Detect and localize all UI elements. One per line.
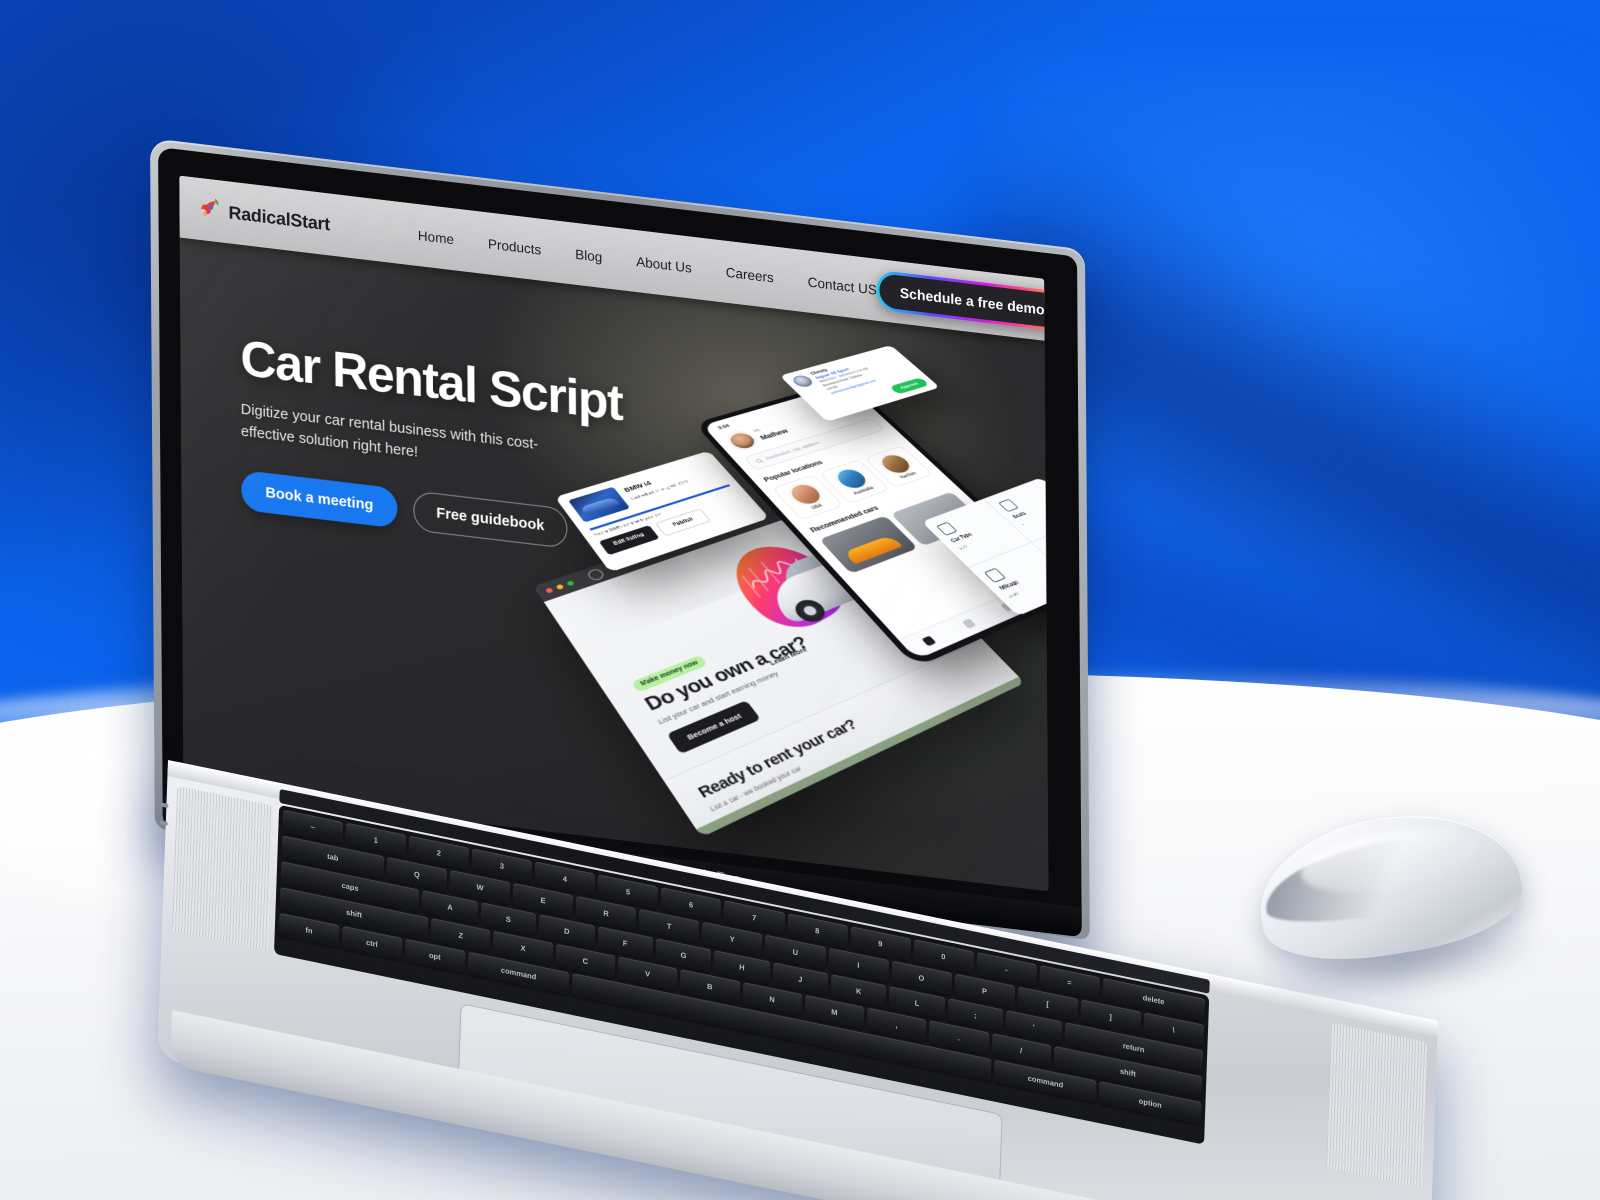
car-wheel-front-icon — [789, 596, 831, 626]
approve-button[interactable]: Approve — [888, 377, 930, 395]
speaker-grill-right — [1326, 1022, 1428, 1188]
ready-to-rent-strip: Ready to rent your car? List a car - we … — [663, 639, 1025, 838]
brand-logo[interactable]: RadicalStart — [197, 197, 330, 237]
search-icon — [754, 458, 764, 464]
usb-c-ports — [158, 802, 170, 874]
window-maximize-icon[interactable] — [566, 580, 575, 587]
publish-button[interactable]: Publish — [655, 508, 711, 536]
product-mockup-cluster: Make money now Do you own a car? List yo… — [531, 254, 1049, 884]
seats-icon — [997, 498, 1019, 513]
ready-to-rent-heading: Ready to rent your car? — [694, 716, 861, 802]
nav-link-home[interactable]: Home — [418, 227, 454, 246]
greeting-block: Hi, Mathew — [753, 422, 791, 443]
user-name: Mathew — [758, 427, 790, 442]
location-label-yanyan: YanYan — [899, 471, 918, 480]
location-label-usa: USA — [810, 503, 824, 511]
speaker-grill-left — [172, 785, 274, 951]
make-money-badge: Make money now — [630, 654, 709, 693]
own-a-car-heading: Do you own a car? — [640, 633, 813, 716]
macbook-pro-laptop: RadicalStart Home Products Blog About Us… — [0, 0, 1600, 1200]
own-a-car-subtitle: List your car and start earning money — [656, 669, 781, 727]
search-placeholder-text: Destination, city, address — [764, 440, 821, 461]
window-close-icon[interactable] — [544, 587, 554, 594]
ready-to-rent-subtitle: List a car - we booked your car — [708, 765, 804, 814]
rocket-logo-icon — [197, 197, 221, 224]
screenshot-stage: RadicalStart Home Products Blog About Us… — [0, 0, 1600, 1200]
learn-more-link[interactable]: Learn More — [767, 645, 809, 667]
browser-site-icon — [585, 567, 606, 582]
website-viewport: RadicalStart Home Products Blog About Us… — [179, 175, 1049, 892]
gear-icon[interactable]: ⚙ — [840, 400, 865, 415]
green-backdrop-band — [696, 676, 1025, 838]
booking-avatar — [789, 374, 816, 389]
laptop-screen: RadicalStart Home Products Blog About Us… — [179, 175, 1049, 892]
brand-logo-text: RadicalStart — [228, 201, 330, 234]
window-minimize-icon[interactable] — [555, 583, 565, 590]
become-a-host-button[interactable]: Become a host — [666, 700, 762, 755]
